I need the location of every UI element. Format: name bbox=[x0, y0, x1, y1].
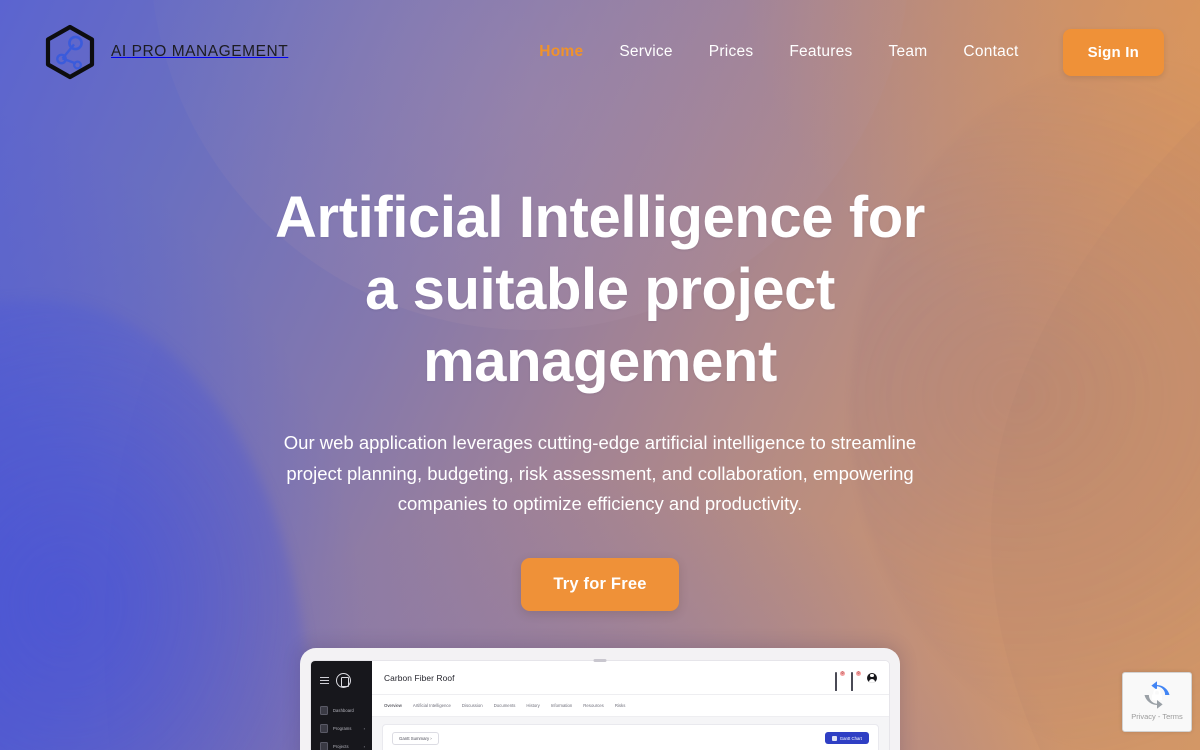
brand-logo-link[interactable]: AI PRO MANAGEMENT bbox=[42, 24, 288, 80]
gantt-summary-select[interactable]: Gantt Summary › bbox=[392, 732, 439, 745]
tab-resources[interactable]: Resources bbox=[583, 703, 604, 708]
dashboard-content: Gantt Summary › Gantt Chart bbox=[372, 717, 889, 750]
page-title: Artificial Intelligence for a suitable p… bbox=[0, 182, 1200, 398]
main-navigation: Home Service Prices Features Team Contac… bbox=[521, 28, 1200, 76]
hero-heading-line-3: management bbox=[423, 329, 777, 394]
tab-artificial-intelligence[interactable]: Artificial Intelligence bbox=[413, 703, 451, 708]
gantt-chart-icon bbox=[831, 735, 837, 741]
recaptcha-icon bbox=[1144, 681, 1170, 709]
dashboard-sidebar: Dashboard Programs › Projects › bbox=[311, 661, 372, 750]
try-for-free-button[interactable]: Try for Free bbox=[521, 557, 679, 611]
tab-documents[interactable]: Documents bbox=[494, 703, 516, 708]
nav-item-features[interactable]: Features bbox=[771, 43, 870, 61]
app-logo-icon bbox=[336, 673, 351, 688]
nav-item-prices[interactable]: Prices bbox=[691, 43, 772, 61]
sidebar-item-label: Programs bbox=[333, 725, 352, 731]
dashboard-header-actions: 0 0 bbox=[835, 671, 877, 691]
brand-name: AI PRO MANAGEMENT bbox=[111, 43, 288, 61]
dashboard-sidebar-header bbox=[311, 669, 372, 688]
sidebar-item-dashboard[interactable]: Dashboard bbox=[311, 701, 372, 719]
hexagon-network-logo-icon bbox=[45, 24, 95, 80]
sidebar-item-projects[interactable]: Projects › bbox=[311, 737, 372, 750]
nav-item-team[interactable]: Team bbox=[871, 43, 946, 61]
product-screenshot-mockup: Dashboard Programs › Projects › Carbon F… bbox=[300, 648, 900, 750]
dashboard-header: Carbon Fiber Roof 0 0 bbox=[372, 661, 889, 695]
brand-name-rest: PRO MANAGEMENT bbox=[131, 43, 289, 60]
notification-bell-icon[interactable]: 0 bbox=[835, 671, 845, 691]
dashboard-icon bbox=[320, 705, 328, 715]
gantt-panel: Gantt Summary › Gantt Chart bbox=[382, 724, 879, 750]
sign-in-button[interactable]: Sign In bbox=[1062, 28, 1164, 76]
gantt-chart-button-label: Gantt Chart bbox=[839, 735, 862, 741]
tab-history[interactable]: History bbox=[526, 703, 539, 708]
nav-item-home[interactable]: Home bbox=[521, 43, 601, 61]
sidebar-item-label: Projects bbox=[333, 743, 349, 749]
projects-icon bbox=[320, 741, 328, 750]
recaptcha-privacy-terms[interactable]: Privacy - Terms bbox=[1123, 712, 1191, 721]
tab-overview[interactable]: Overview bbox=[384, 703, 402, 708]
chevron-right-icon: › bbox=[363, 725, 365, 731]
programs-icon bbox=[320, 723, 328, 733]
tab-information[interactable]: Information bbox=[551, 703, 573, 708]
site-header: AI PRO MANAGEMENT Home Service Prices Fe… bbox=[0, 0, 1200, 104]
dashboard-main: Carbon Fiber Roof 0 0 Overview Artificia… bbox=[372, 661, 889, 750]
sidebar-item-label: Dashboard bbox=[333, 707, 354, 713]
tab-discussion[interactable]: Discussion bbox=[462, 703, 483, 708]
hero-heading-line-2: a suitable project bbox=[365, 257, 835, 322]
sidebar-item-programs[interactable]: Programs › bbox=[311, 719, 372, 737]
laptop-camera-notch bbox=[593, 659, 607, 662]
hero-heading-line-1: Artificial Intelligence for bbox=[275, 185, 925, 250]
tab-risks[interactable]: Risks bbox=[615, 703, 626, 708]
chevron-right-icon: › bbox=[363, 743, 365, 749]
project-title: Carbon Fiber Roof bbox=[384, 672, 455, 683]
nav-item-service[interactable]: Service bbox=[601, 43, 690, 61]
nav-item-contact[interactable]: Contact bbox=[945, 43, 1036, 61]
hero-subtitle: Our web application leverages cutting-ed… bbox=[283, 432, 917, 514]
dashboard-screen: Dashboard Programs › Projects › Carbon F… bbox=[310, 660, 890, 750]
laptop-frame: Dashboard Programs › Projects › Carbon F… bbox=[300, 648, 900, 750]
hero-section: Artificial Intelligence for a suitable p… bbox=[0, 104, 1200, 611]
alert-badge: 0 bbox=[856, 671, 861, 676]
gantt-chart-button[interactable]: Gantt Chart bbox=[824, 732, 869, 744]
recaptcha-badge[interactable]: Privacy - Terms bbox=[1122, 672, 1192, 732]
brand-name-prefix: AI bbox=[111, 43, 127, 60]
alert-bell-icon[interactable]: 0 bbox=[851, 671, 861, 691]
hamburger-menu-icon[interactable] bbox=[320, 675, 329, 686]
dashboard-tabs: Overview Artificial Intelligence Discuss… bbox=[372, 695, 889, 717]
user-avatar-icon[interactable] bbox=[867, 672, 877, 683]
notification-badge: 0 bbox=[840, 671, 845, 676]
dashboard-sidebar-nav: Dashboard Programs › Projects › bbox=[311, 701, 372, 750]
